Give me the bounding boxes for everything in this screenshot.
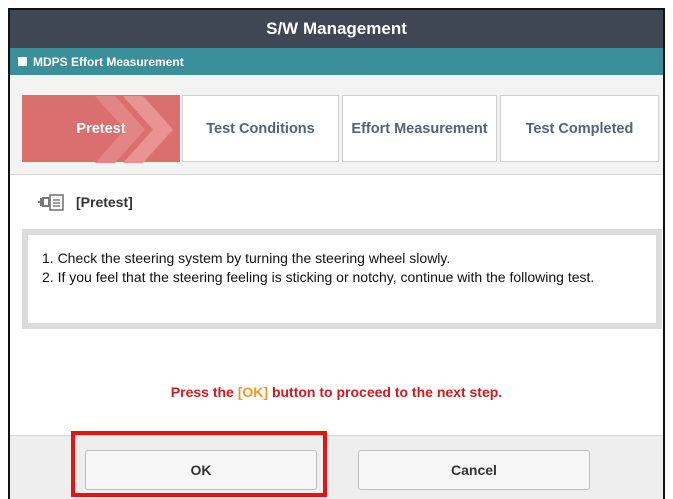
step-pretest: Pretest (22, 95, 180, 163)
button-bar: OK Cancel (10, 435, 663, 499)
instruction-box: 1. Check the steering system by turning … (22, 229, 662, 329)
section-bar: MDPS Effort Measurement (10, 48, 663, 75)
prompt-text-before: Press the (170, 384, 238, 400)
step-label: Pretest (76, 120, 126, 137)
window-title: S/W Management (10, 10, 663, 48)
instruction-line-2: 2. If you feel that the steering feeling… (42, 268, 595, 285)
step-progress: Pretest Test Conditions Effort Measureme… (10, 75, 663, 175)
instruction-line-1: 1. Check the steering system by turning … (42, 250, 451, 266)
step-label: Test Conditions (206, 120, 315, 137)
proceed-prompt: Press the [OK] button to proceed to the … (10, 384, 663, 400)
dialog-window: S/W Management MDPS Effort Measurement P… (8, 8, 665, 499)
step-effort-measurement: Effort Measurement (342, 95, 497, 162)
section-title: MDPS Effort Measurement (33, 54, 184, 69)
step-test-conditions: Test Conditions (182, 95, 339, 162)
prompt-text-after: button to proceed to the next step. (268, 384, 503, 400)
cancel-button[interactable]: Cancel (358, 450, 590, 490)
content-heading-text: [Pretest] (76, 194, 133, 210)
prompt-ok-label: [OK] (237, 384, 269, 400)
step-label: Effort Measurement (351, 120, 488, 137)
instruction-text: 1. Check the steering system by turning … (28, 235, 656, 323)
square-bullet-icon (18, 57, 27, 66)
scan-tool-icon (38, 194, 64, 211)
step-label: Test Completed (525, 120, 634, 137)
ok-button[interactable]: OK (85, 450, 317, 490)
step-test-completed: Test Completed (500, 95, 659, 162)
content-heading: [Pretest] (36, 191, 133, 213)
